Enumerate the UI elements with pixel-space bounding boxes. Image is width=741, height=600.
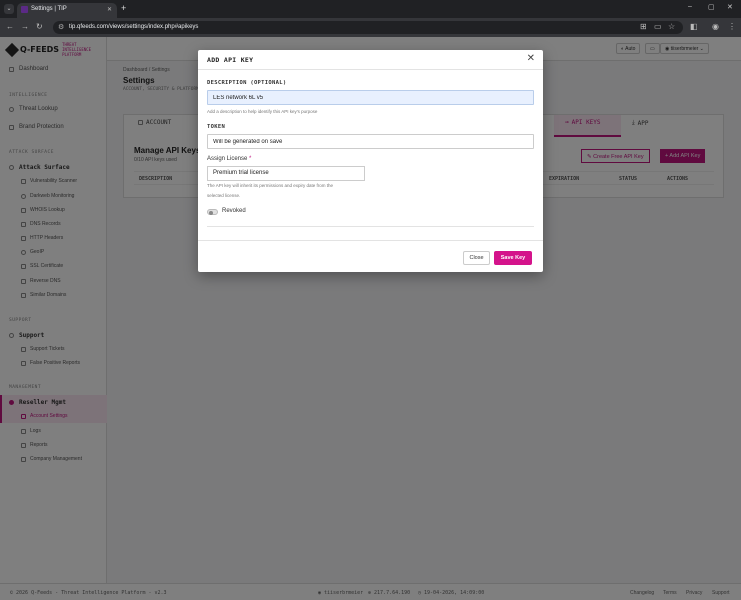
browser-tab[interactable]: Settings | TIP ✕ — [17, 3, 117, 18]
extensions-icon[interactable]: ◧ — [690, 22, 698, 31]
tab-close-icon[interactable]: ✕ — [107, 6, 112, 13]
toggle-knob — [209, 210, 213, 215]
description-help: Add a description to help identify this … — [207, 109, 318, 114]
address-bar[interactable]: ⚙ tip.qfeeds.com/views/settings/index.ph… — [53, 21, 683, 34]
cast-icon[interactable]: ▭ — [654, 22, 662, 31]
save-key-button[interactable]: Save Key — [494, 251, 532, 265]
profile-icon[interactable]: ◉ — [712, 22, 719, 31]
browser-toolbar: ← → ↻ ⚙ tip.qfeeds.com/views/settings/in… — [0, 18, 741, 37]
new-tab-icon[interactable]: + — [121, 3, 126, 13]
browser-tab-bar: ⌄ Settings | TIP ✕ + – ▢ ✕ — [0, 0, 741, 18]
modal-divider — [207, 226, 534, 227]
modal-title: ADD API KEY — [207, 56, 254, 64]
tab-search-icon[interactable]: ⌄ — [4, 4, 14, 14]
add-api-key-modal: ADD API KEY ✕ DESCRIPTION (OPTIONAL) Add… — [198, 50, 543, 272]
translate-icon[interactable]: ⊞ — [640, 22, 647, 31]
license-help-line2: selected license. — [207, 193, 241, 198]
license-select[interactable]: Premium trial license — [207, 166, 365, 181]
window-close-icon[interactable]: ✕ — [727, 3, 733, 11]
minimize-icon[interactable]: – — [688, 3, 692, 10]
reload-icon[interactable]: ↻ — [36, 22, 43, 31]
back-icon[interactable]: ← — [6, 22, 14, 31]
required-marker: * — [249, 156, 252, 162]
site-info-icon[interactable]: ⚙ — [58, 23, 64, 31]
revoked-toggle[interactable] — [207, 209, 218, 215]
license-label: Assign License * — [207, 156, 251, 162]
license-help-line1: The API key will inherit its permissions… — [207, 183, 334, 188]
license-selected-value: Premium trial license — [213, 170, 269, 176]
tab-title: Settings | TIP — [31, 6, 67, 12]
menu-icon[interactable]: ⋮ — [728, 22, 736, 31]
bookmark-star-icon[interactable]: ☆ — [668, 22, 675, 31]
revoked-label: Revoked — [222, 208, 246, 214]
modal-header: ADD API KEY ✕ — [198, 50, 543, 70]
favicon-icon — [21, 6, 28, 13]
token-label: TOKEN — [207, 124, 226, 130]
description-input[interactable] — [207, 90, 534, 105]
modal-footer: Close Save Key — [198, 240, 543, 272]
close-button[interactable]: Close — [463, 251, 490, 265]
url-text: tip.qfeeds.com/views/settings/index.php#… — [69, 24, 199, 30]
description-label: DESCRIPTION (OPTIONAL) — [207, 80, 287, 86]
close-icon[interactable]: ✕ — [527, 54, 535, 64]
forward-icon[interactable]: → — [21, 22, 29, 31]
license-label-text: Assign License — [207, 156, 248, 162]
maximize-icon[interactable]: ▢ — [708, 3, 715, 11]
token-input[interactable] — [207, 134, 534, 149]
